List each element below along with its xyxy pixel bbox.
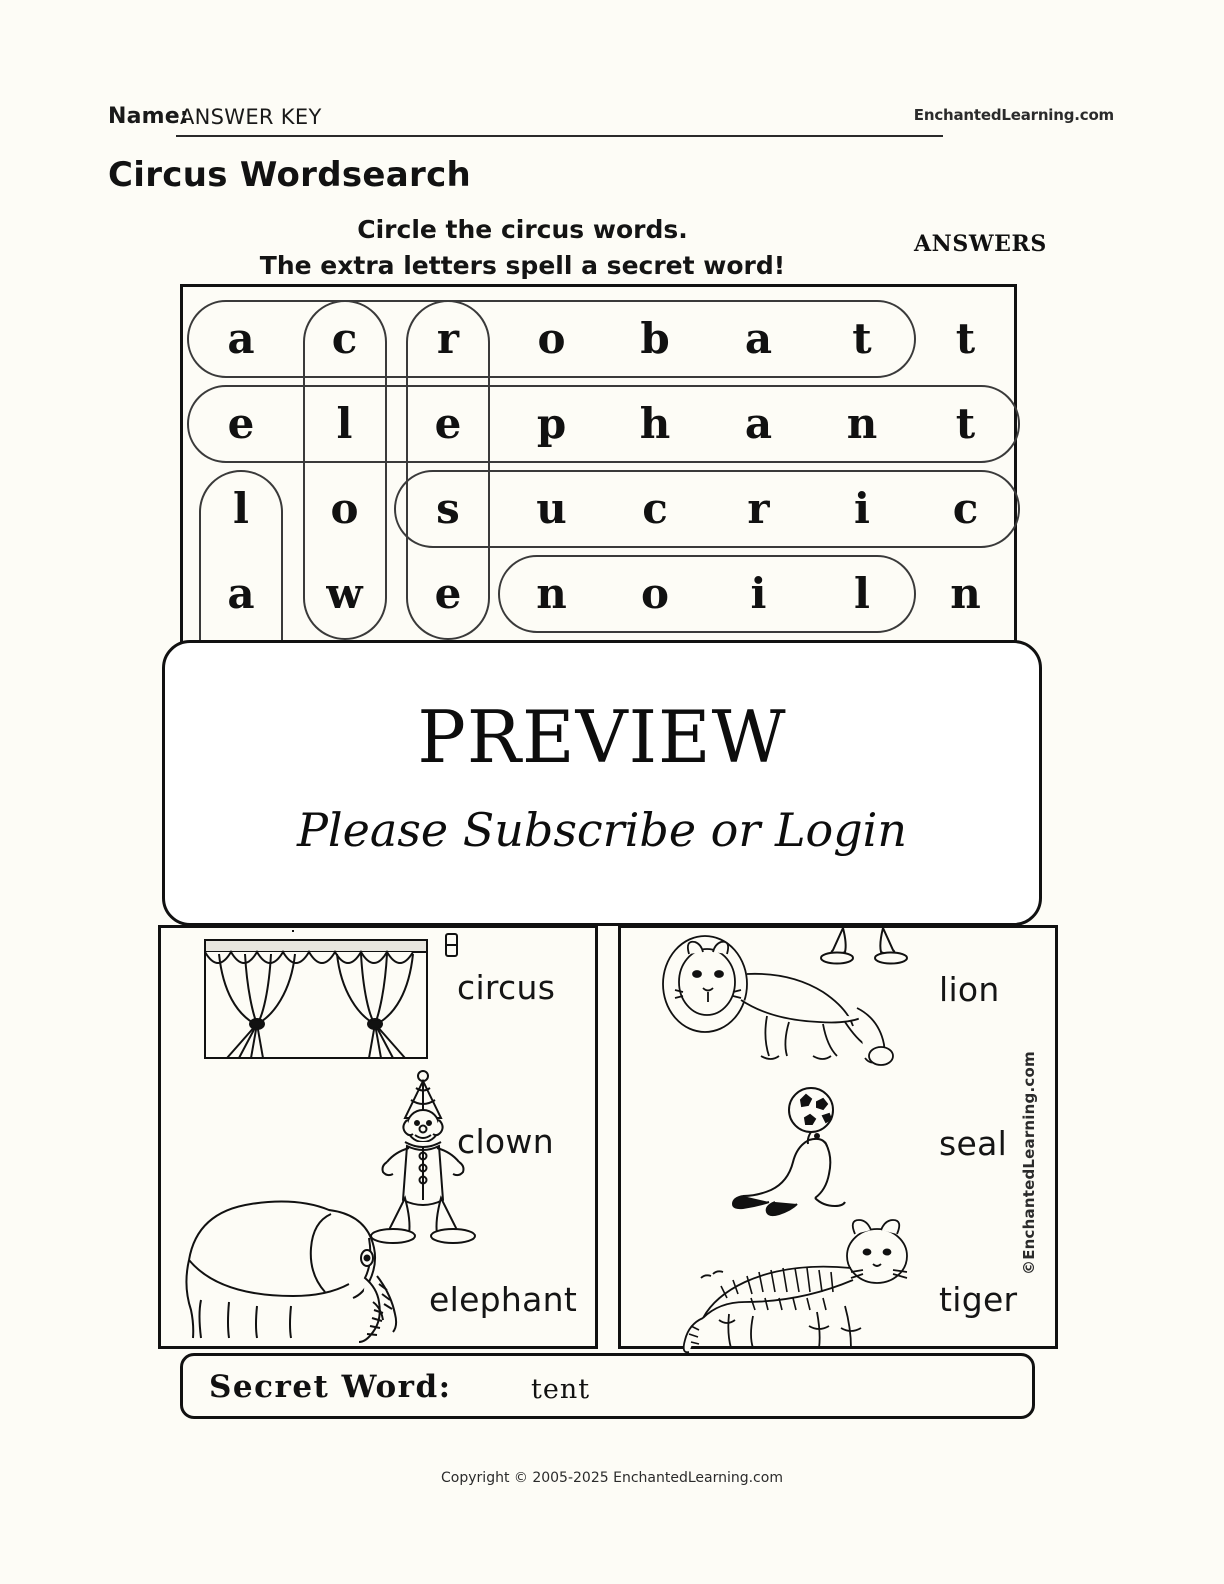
picture-word-elephant: elephant [429,1280,578,1319]
tiger-icon [677,1218,927,1354]
grid-cell-r3c6[interactable]: r [713,467,805,551]
grid-cell-r4c5[interactable]: o [609,552,701,636]
grid-cell-r4c6[interactable]: i [713,552,805,636]
preview-title: PREVIEW [417,695,787,779]
grid-cell-r1c5[interactable]: b [609,297,701,381]
grid-cell-r3c8[interactable]: c [920,467,1012,551]
circus-tent-icon [197,930,437,1064]
picture-word-seal: seal [939,1124,1008,1163]
grid-cell-r2c2[interactable]: l [299,382,391,466]
grid-cell-r4c8[interactable]: n [920,552,1012,636]
grid-cell-r1c1[interactable]: a [195,297,287,381]
seal-icon [731,1087,881,1218]
grid-cell-r2c1[interactable]: e [195,382,287,466]
grid-cell-r1c2[interactable]: c [299,297,391,381]
grid-cell-r4c2[interactable]: w [299,552,391,636]
picture-panel-left: circus clown elephant [158,925,598,1349]
vertical-watermark: ©EnchantedLearning.com [1020,1051,1038,1275]
instructions: Circle the circus words. The extra lette… [175,212,870,283]
name-underline [176,135,943,137]
preview-subtitle[interactable]: Please Subscribe or Login [165,803,1039,857]
performer-legs-icon [820,924,925,965]
grid-cell-r1c6[interactable]: a [713,297,805,381]
grid-cell-r1c4[interactable]: o [506,297,598,381]
grid-cell-r2c4[interactable]: p [506,382,598,466]
instruction-line-2: The extra letters spell a secret word! [259,250,786,280]
copyright-footer: Copyright © 2005-2025 EnchantedLearning.… [441,1470,783,1486]
secret-word-label: Secret Word: [209,1369,452,1405]
picture-panels: circus clown elephant lion seal tiger [158,924,1058,1354]
grid-cell-r1c3[interactable]: r [402,297,494,381]
grid-cell-r2c7[interactable]: n [816,382,908,466]
grid-cell-r1c7[interactable]: t [816,297,908,381]
elephant-icon [171,1180,401,1348]
grid-cell-r3c4[interactable]: u [506,467,598,551]
secret-word-value: tent [531,1374,591,1405]
grid-cell-r4c4[interactable]: n [506,552,598,636]
grid-cell-r3c3[interactable]: s [402,467,494,551]
grid-cell-r3c2[interactable]: o [299,467,391,551]
tent-pole-flag-icon [437,928,467,972]
grid-cell-r2c5[interactable]: h [609,382,701,466]
picture-word-lion: lion [939,970,1000,1009]
picture-word-circus: circus [457,968,556,1007]
name-label: Name: [108,104,189,129]
answers-badge: ANSWERS [914,231,1047,257]
grid-cell-r3c5[interactable]: c [609,467,701,551]
grid-cell-r4c3[interactable]: e [402,552,494,636]
name-value: ANSWER KEY [180,105,322,129]
grid-cell-r4c7[interactable]: l [816,552,908,636]
grid-cell-r4c1[interactable]: a [195,552,287,636]
brand-logo-text: EnchantedLearning.com [913,106,1114,124]
picture-word-tiger: tiger [939,1280,1018,1319]
secret-word-box: Secret Word: tent [180,1353,1035,1419]
page-title: Circus Wordsearch [108,155,472,195]
grid-cell-r2c8[interactable]: t [920,382,1012,466]
grid-cell-r3c7[interactable]: i [816,467,908,551]
grid-cell-r1c8[interactable]: t [920,297,1012,381]
grid-cell-r2c6[interactable]: a [713,382,805,466]
picture-word-clown: clown [457,1122,554,1161]
name-row: Name: ANSWER KEY [108,104,943,138]
grid-cell-r2c3[interactable]: e [402,382,494,466]
instruction-line-1: Circle the circus words. [357,215,688,244]
picture-panel-right: lion seal tiger [618,924,1058,1354]
grid-cell-r3c1[interactable]: l [195,467,287,551]
preview-overlay[interactable]: PREVIEW Please Subscribe or Login [162,640,1042,926]
